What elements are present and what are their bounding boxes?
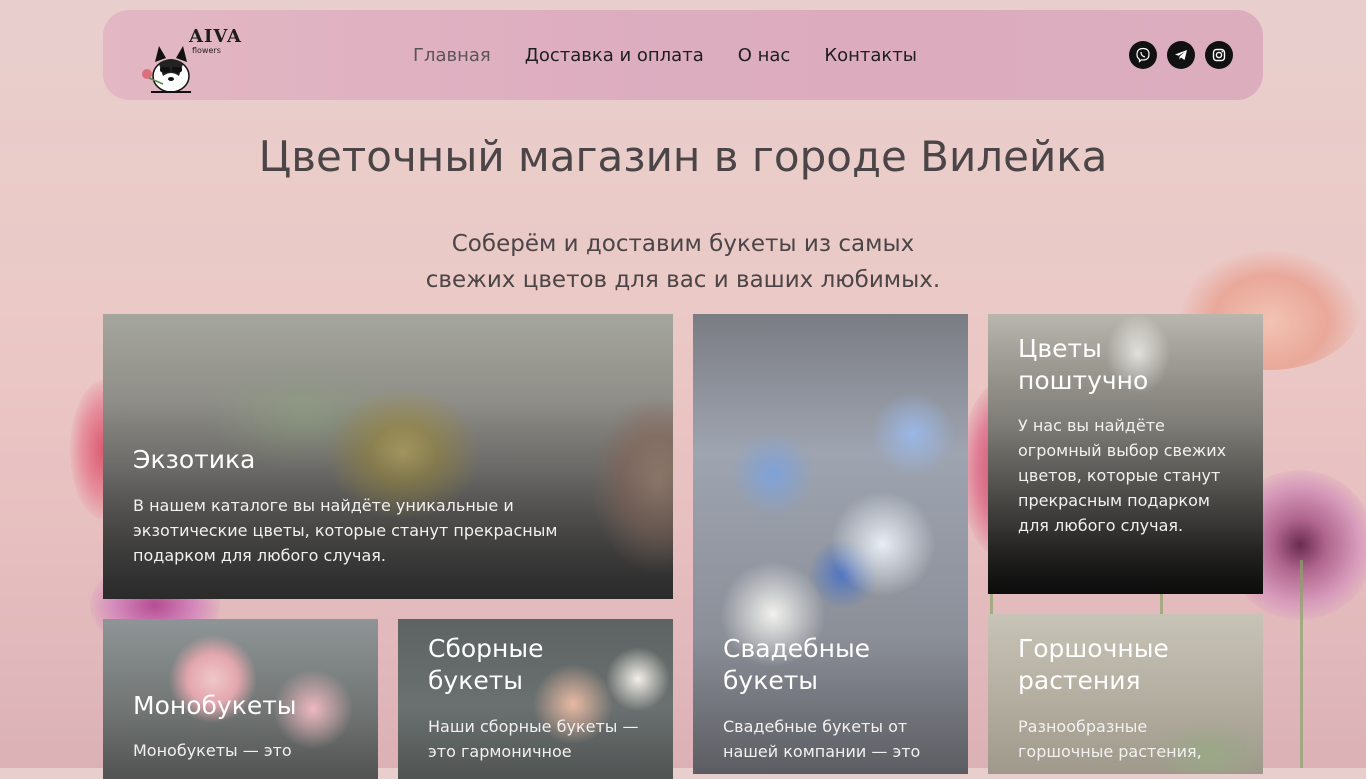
category-card-mixed-bouquets[interactable]: Сборные букеты Наши сборные букеты — это… xyxy=(398,619,673,779)
card-title: Монобукеты xyxy=(133,691,297,720)
category-card-monobouquets[interactable]: Монобукеты Монобукеты — это xyxy=(103,619,378,779)
category-card-wedding[interactable]: Свадебные букеты Свадебные букеты от наш… xyxy=(693,314,968,774)
logo-wordmark: AIVA xyxy=(189,26,242,47)
page-title: Цветочный магазин в городе Вилейка xyxy=(258,132,1108,181)
card-description: Наши сборные букеты — это гармоничное xyxy=(428,717,639,761)
logo[interactable]: AIVA flowers xyxy=(139,18,241,96)
card-description: Монобукеты — это xyxy=(133,741,292,760)
nav-item-home[interactable]: Главная xyxy=(413,45,491,66)
nav-item-about[interactable]: О нас xyxy=(738,45,791,66)
category-card-exotic[interactable]: Экзотика В нашем каталоге вы найдёте уни… xyxy=(103,314,673,599)
page-subtitle: Соберём и доставим букеты из самых свежи… xyxy=(383,226,983,298)
logo-subtitle: flowers xyxy=(192,46,221,55)
card-title: Свадебные букеты xyxy=(723,634,871,695)
background-stem xyxy=(1300,560,1303,768)
main-nav: Главная Доставка и оплата О нас Контакты xyxy=(413,10,917,100)
card-title: Цветы поштучно xyxy=(1018,334,1149,395)
subtitle-line-1: Соберём и доставим букеты из самых xyxy=(451,231,915,257)
card-title: Сборные букеты xyxy=(428,634,544,695)
viber-icon[interactable] xyxy=(1129,41,1157,69)
card-description: В нашем каталоге вы найдёте уникальные и… xyxy=(133,496,558,565)
card-description: У нас вы найдёте огромный выбор свежих ц… xyxy=(1018,416,1227,535)
telegram-icon[interactable] xyxy=(1167,41,1195,69)
card-title: Экзотика xyxy=(133,445,256,474)
social-links xyxy=(1129,41,1233,69)
category-card-potted-plants[interactable]: Горшочные растения Разнообразные горшочн… xyxy=(988,614,1263,774)
instagram-icon[interactable] xyxy=(1205,41,1233,69)
category-card-single-flowers[interactable]: Цветы поштучно У нас вы найдёте огромный… xyxy=(988,314,1263,594)
site-header: AIVA flowers Главная Доставка и оплата О… xyxy=(103,10,1263,100)
nav-item-delivery[interactable]: Доставка и оплата xyxy=(525,45,704,66)
card-title: Горшочные растения xyxy=(1018,634,1169,695)
subtitle-line-2: свежих цветов для вас и ваших любимых. xyxy=(425,267,941,293)
card-description: Свадебные букеты от нашей компании — это xyxy=(723,717,921,761)
nav-item-contacts[interactable]: Контакты xyxy=(824,45,917,66)
card-description: Разнообразные горшочные растения, xyxy=(1018,717,1202,761)
